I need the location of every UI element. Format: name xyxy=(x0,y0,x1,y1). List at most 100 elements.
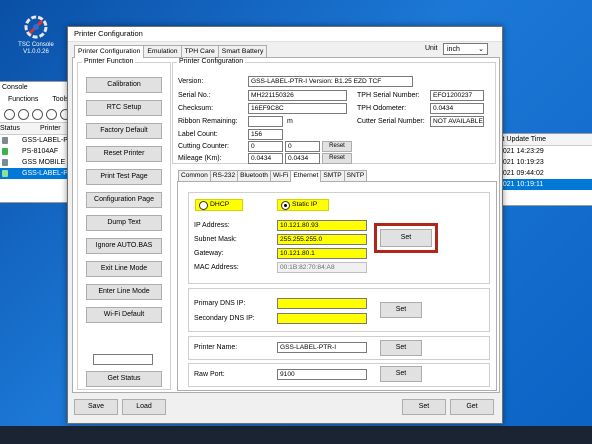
reset-printer-button[interactable]: Reset Printer xyxy=(86,146,162,162)
set-button[interactable]: Set xyxy=(402,399,446,415)
printer-configuration-panel: Printer Function Calibration RTC Setup F… xyxy=(72,57,500,393)
cutter-serial-field[interactable]: NOT AVAILABLE xyxy=(430,116,484,127)
mac-address-label: MAC Address: xyxy=(194,264,239,271)
desktop-icon-version: V1.0.0.26 xyxy=(23,49,49,55)
factory-default-button[interactable]: Factory Default xyxy=(86,123,162,139)
printer-configuration-dialog: Printer Configuration Printer Configurat… xyxy=(67,26,503,424)
load-button[interactable]: Load xyxy=(122,399,166,415)
printer-configuration-legend: Printer Configuration xyxy=(177,58,246,65)
tab-ethernet[interactable]: Ethernet xyxy=(290,170,322,182)
unit-select[interactable]: inch ⌄ xyxy=(443,43,488,55)
set-printer-name-button[interactable]: Set xyxy=(380,340,422,356)
printer-function-legend: Printer Function xyxy=(82,58,136,65)
wifi-default-button[interactable]: Wi-Fi Default xyxy=(86,307,162,323)
radio-icon xyxy=(199,201,208,210)
refresh-icon[interactable] xyxy=(32,108,43,120)
save-button[interactable]: Save xyxy=(74,399,118,415)
tsc-console-icon xyxy=(24,15,48,39)
raw-port-field[interactable]: 9100 xyxy=(277,369,367,380)
configuration-page-button[interactable]: Configuration Page xyxy=(86,192,162,208)
column-last-update[interactable]: st Update Time xyxy=(489,134,592,146)
mileage-field-1[interactable]: 0.0434 xyxy=(248,153,283,164)
printer-name-label: Printer Name: xyxy=(194,344,238,351)
version-field[interactable]: GSS-LABEL-PTR-I Version: B1.25 EZD TCF xyxy=(248,76,413,87)
checksum-label: Checksum: xyxy=(178,105,214,112)
cutting-counter-label: Cutting Counter: xyxy=(178,143,229,150)
subnet-mask-label: Subnet Mask: xyxy=(194,236,237,243)
subnet-mask-field[interactable]: 255.255.255.0 xyxy=(277,234,367,245)
tsc-console-desktop-icon[interactable]: TSC Console V1.0.0.26 xyxy=(14,14,58,56)
mac-address-field: 00:1B:82:70:84:A8 xyxy=(277,262,367,273)
unit-label: Unit xyxy=(425,45,438,52)
static-ip-radio[interactable]: Static IP xyxy=(277,199,329,211)
enter-line-mode-button[interactable]: Enter Line Mode xyxy=(86,284,162,300)
highlight-box xyxy=(374,223,438,253)
add-icon[interactable] xyxy=(18,108,29,120)
printer-status-icon xyxy=(2,159,8,166)
label-count-field[interactable]: 156 xyxy=(248,129,283,140)
cutting-counter-field-1[interactable]: 0 xyxy=(248,141,283,152)
cutting-counter-field-2[interactable]: 0 xyxy=(285,141,320,152)
tab-printer-configuration[interactable]: Printer Configuration xyxy=(74,45,145,58)
reset-cutting-button[interactable]: Reset xyxy=(322,141,352,152)
calibration-button[interactable]: Calibration xyxy=(86,77,162,93)
tab-emulation[interactable]: Emulation xyxy=(143,45,182,57)
tab-smart-battery[interactable]: Smart Battery xyxy=(217,45,268,57)
tab-bluetooth[interactable]: Bluetooth xyxy=(237,170,271,181)
ribbon-unit-label: m xyxy=(287,118,293,125)
get-status-button[interactable]: Get Status xyxy=(86,371,162,387)
cutter-serial-label: Cutter Serial Number: xyxy=(357,118,425,125)
tab-sntp[interactable]: SNTP xyxy=(343,170,368,181)
tph-odometer-field[interactable]: 0.0434 xyxy=(430,103,484,114)
column-status[interactable]: Status xyxy=(0,123,20,134)
status-field[interactable] xyxy=(93,354,153,365)
unit-value: inch xyxy=(447,46,460,53)
tab-common[interactable]: Common xyxy=(178,170,211,181)
desktop-icon-label: TSC Console xyxy=(18,42,54,48)
print-test-page-button[interactable]: Print Test Page xyxy=(86,169,162,185)
primary-dns-field[interactable] xyxy=(277,298,367,309)
tab-tph-care[interactable]: TPH Care xyxy=(180,45,219,57)
dump-text-button[interactable]: Dump Text xyxy=(86,215,162,231)
dialog-title: Printer Configuration xyxy=(68,27,502,42)
primary-dns-label: Primary DNS IP: xyxy=(194,300,246,307)
ribbon-remaining-label: Ribbon Remaining: xyxy=(178,118,238,125)
exit-line-mode-button[interactable]: Exit Line Mode xyxy=(86,261,162,277)
printer-status-icon xyxy=(2,137,8,144)
gateway-field[interactable]: 10.121.80.1 xyxy=(277,248,367,259)
mileage-field-2[interactable]: 0.0434 xyxy=(285,153,320,164)
get-button[interactable]: Get xyxy=(450,399,494,415)
gateway-label: Gateway: xyxy=(194,250,224,257)
radio-selected-icon xyxy=(281,201,290,210)
list-item-time: 2021 09:44:02 xyxy=(499,170,544,177)
chevron-down-icon: ⌄ xyxy=(478,46,484,53)
rtc-setup-button[interactable]: RTC Setup xyxy=(86,100,162,116)
tab-smtp[interactable]: SMTP xyxy=(320,170,345,181)
tph-serial-label: TPH Serial Number: xyxy=(357,92,420,99)
set-dns-button[interactable]: Set xyxy=(380,302,422,318)
column-printer[interactable]: Printer xyxy=(40,123,61,134)
dhcp-radio[interactable]: DHCP xyxy=(195,199,243,211)
network-icon[interactable] xyxy=(46,108,57,120)
ip-address-field[interactable]: 10.121.80.93 xyxy=(277,220,367,231)
printer-icon[interactable] xyxy=(4,108,15,120)
tph-serial-field[interactable]: EFO1200237 xyxy=(430,90,484,101)
secondary-dns-field[interactable] xyxy=(277,313,367,324)
ip-address-label: IP Address: xyxy=(194,222,230,229)
reset-mileage-button[interactable]: Reset xyxy=(322,153,352,164)
dhcp-label: DHCP xyxy=(210,201,230,208)
printer-status-icon xyxy=(2,148,8,155)
serial-field[interactable]: MH221150326 xyxy=(248,90,347,101)
ribbon-remaining-field[interactable] xyxy=(248,116,283,127)
raw-port-label: Raw Port: xyxy=(194,371,225,378)
ignore-autobas-button[interactable]: Ignore AUTO.BAS xyxy=(86,238,162,254)
printer-name-field[interactable]: GSS-LABEL-PTR-I xyxy=(277,342,367,353)
version-label: Version: xyxy=(178,78,204,85)
checksum-field[interactable]: 16EF9C8C xyxy=(248,103,347,114)
static-ip-label: Static IP xyxy=(292,201,318,208)
tab-wifi[interactable]: Wi-Fi xyxy=(269,170,292,181)
menu-functions[interactable]: Functions xyxy=(8,96,38,103)
tab-rs232[interactable]: RS-232 xyxy=(209,170,239,181)
list-item-time: 2021 14:23:29 xyxy=(499,148,544,155)
set-raw-port-button[interactable]: Set xyxy=(380,366,422,382)
